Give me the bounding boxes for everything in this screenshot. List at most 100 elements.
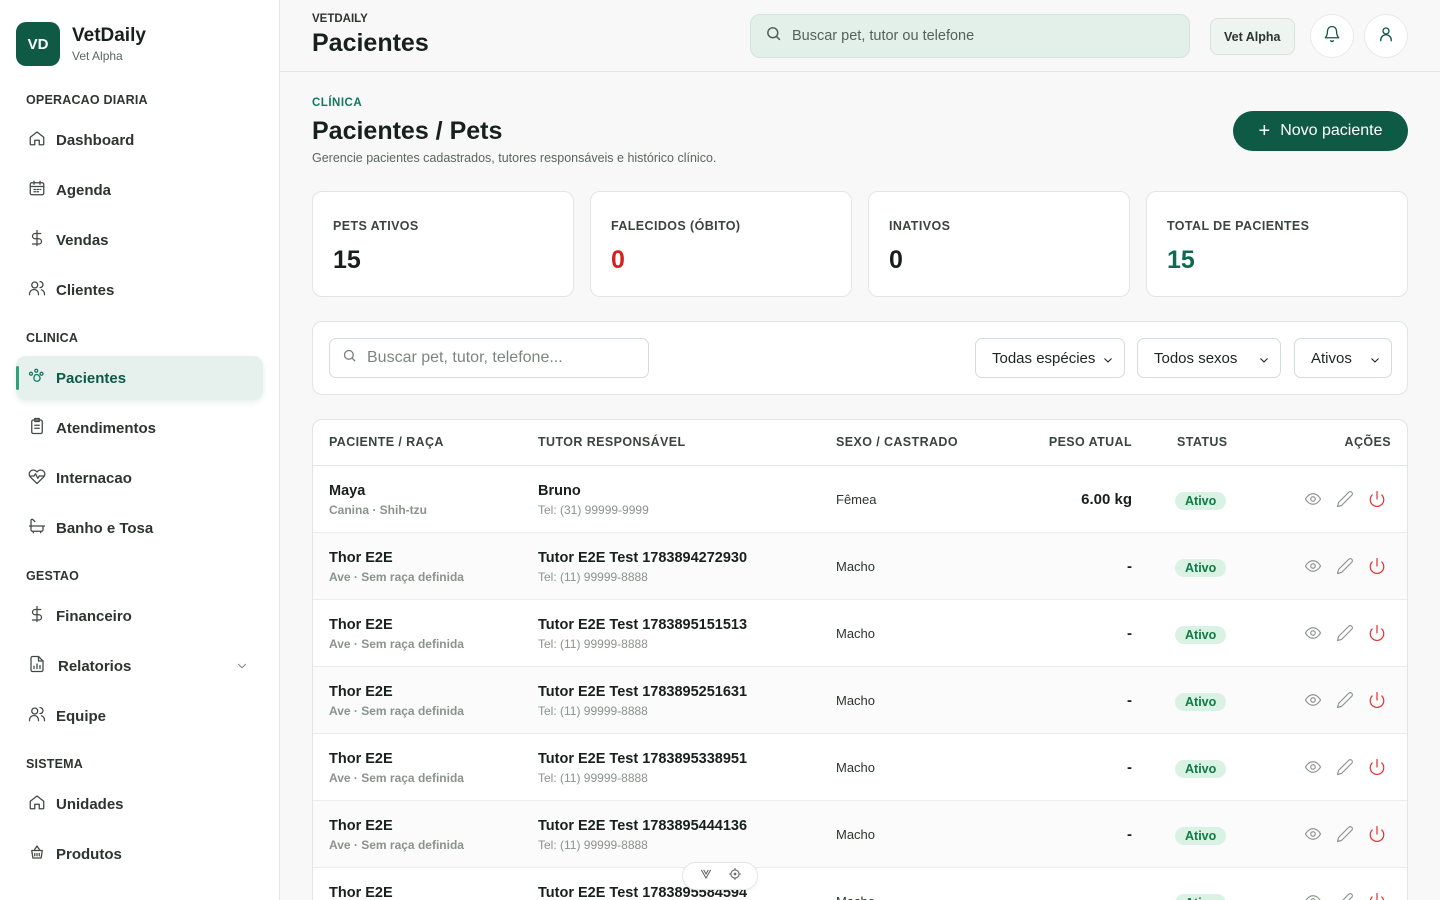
chevron-down-icon xyxy=(1258,353,1270,365)
column-header[interactable]: PESO ATUAL xyxy=(1049,435,1132,449)
sidebar: VD VetDaily Vet Alpha OPERACAO DIARIA Da… xyxy=(0,0,280,900)
tutor-name[interactable]: Tutor E2E Test 1783895251631 xyxy=(538,684,747,700)
sex-select[interactable]: Todos sexos xyxy=(1137,338,1281,378)
dollar-icon xyxy=(28,605,46,627)
patient-name[interactable]: Thor E2E xyxy=(329,550,393,566)
sidebar-item-agenda[interactable]: Agenda xyxy=(16,168,263,212)
eye-icon[interactable] xyxy=(1304,490,1322,508)
table-row[interactable]: Thor E2EAve · Sem raça definidaTutor E2E… xyxy=(313,600,1407,667)
sidebar-item-relatorios[interactable]: Relatorios xyxy=(16,644,263,688)
sidebar-item-banho-e-tosa[interactable]: Banho e Tosa xyxy=(16,506,263,550)
eye-icon[interactable] xyxy=(1304,892,1322,900)
table-row[interactable]: Thor E2EAve · Sem raça definidaTutor E2E… xyxy=(313,734,1407,801)
eye-icon[interactable] xyxy=(1304,691,1322,709)
edit-icon[interactable] xyxy=(1336,691,1354,709)
table-row[interactable]: Thor E2EAve · Sem raça definidaTutor E2E… xyxy=(313,868,1407,900)
patient-sex: Fêmea xyxy=(836,492,877,507)
sidebar-item-vendas[interactable]: Vendas xyxy=(16,218,263,262)
eye-icon[interactable] xyxy=(1304,758,1322,776)
sidebar-item-clientes[interactable]: Clientes xyxy=(16,268,263,312)
patient-name[interactable]: Maya xyxy=(329,483,365,499)
profile-button[interactable] xyxy=(1364,14,1408,58)
sidebar-item-unidades[interactable]: Unidades xyxy=(16,782,263,826)
power-icon[interactable] xyxy=(1368,557,1386,575)
brand[interactable]: VD VetDaily Vet Alpha xyxy=(16,22,146,66)
tutor-phone: Tel: (11) 99999-8888 xyxy=(538,838,648,852)
column-header[interactable]: PACIENTE / RAÇA xyxy=(329,435,444,449)
unit-badge[interactable]: Vet Alpha xyxy=(1210,18,1295,55)
chevron-down-icon[interactable] xyxy=(235,659,249,673)
column-header[interactable]: STATUS xyxy=(1177,435,1228,449)
tutor-phone: Tel: (11) 99999-8888 xyxy=(538,771,648,785)
power-icon[interactable] xyxy=(1368,758,1386,776)
patient-weight: - xyxy=(1127,558,1132,575)
table-row[interactable]: Thor E2EAve · Sem raça definidaTutor E2E… xyxy=(313,533,1407,600)
column-header[interactable]: SEXO / CASTRADO xyxy=(836,435,958,449)
eye-icon[interactable] xyxy=(1304,825,1322,843)
edit-icon[interactable] xyxy=(1336,758,1354,776)
edit-icon[interactable] xyxy=(1336,624,1354,642)
patient-weight: - xyxy=(1127,692,1132,709)
sidebar-item-pacientes[interactable]: Pacientes xyxy=(16,356,263,400)
stat-card-active: PETS ATIVOS 15 xyxy=(312,191,574,297)
status-select-value: Ativos xyxy=(1311,349,1352,367)
patient-search-input[interactable] xyxy=(367,349,647,367)
table-row[interactable]: Maya Canina · Shih-tzu Bruno Tel: (31) 9999… xyxy=(313,466,1407,533)
patient-name[interactable]: Thor E2E xyxy=(329,684,393,700)
power-icon[interactable] xyxy=(1368,825,1386,843)
stat-label: FALECIDOS (ÓBITO) xyxy=(611,219,741,233)
global-search[interactable] xyxy=(750,14,1190,58)
tutor-name[interactable]: Tutor E2E Test 1783895444136 xyxy=(538,818,747,834)
table-header: PACIENTE / RAÇA TUTOR RESPONSÁVEL SEXO /… xyxy=(313,420,1407,466)
species-select[interactable]: Todas espécies xyxy=(975,338,1125,378)
nav-section-clinica: CLINICA xyxy=(26,331,79,345)
patient-name[interactable]: Thor E2E xyxy=(329,751,393,767)
vercel-toolbar-icon[interactable] xyxy=(699,867,713,886)
power-icon[interactable] xyxy=(1368,624,1386,642)
sidebar-item-atendimentos[interactable]: Atendimentos xyxy=(16,406,263,450)
patient-name[interactable]: Thor E2E xyxy=(329,818,393,834)
sidebar-item-internacao[interactable]: Internacao xyxy=(16,456,263,500)
crosshair-icon[interactable] xyxy=(728,867,742,886)
basket-icon xyxy=(28,843,46,865)
new-patient-button[interactable]: + Novo paciente xyxy=(1233,111,1408,151)
status-badge: Ativo xyxy=(1175,894,1227,900)
sidebar-item-produtos[interactable]: Produtos xyxy=(16,832,263,876)
tutor-name[interactable]: Tutor E2E Test 1783894272930 xyxy=(538,550,747,566)
status-badge: Ativo xyxy=(1175,693,1227,711)
patient-search[interactable] xyxy=(329,338,649,378)
eye-icon[interactable] xyxy=(1304,624,1322,642)
tutor-name[interactable]: Tutor E2E Test 1783895151513 xyxy=(538,617,747,633)
table-row[interactable]: Thor E2EAve · Sem raça definidaTutor E2E… xyxy=(313,801,1407,868)
power-icon[interactable] xyxy=(1368,892,1386,900)
edit-icon[interactable] xyxy=(1336,825,1354,843)
column-header: AÇÕES xyxy=(1344,435,1391,449)
patient-name[interactable]: Thor E2E xyxy=(329,885,393,900)
search-icon xyxy=(765,25,782,47)
edit-icon[interactable] xyxy=(1336,557,1354,575)
global-search-input[interactable] xyxy=(792,28,1172,44)
calendar-icon xyxy=(28,179,46,201)
patient-name[interactable]: Thor E2E xyxy=(329,617,393,633)
power-icon[interactable] xyxy=(1368,691,1386,709)
plus-icon: + xyxy=(1258,120,1271,142)
status-select[interactable]: Ativos xyxy=(1294,338,1392,378)
paw-icon xyxy=(28,367,46,389)
sidebar-item-label: Atendimentos xyxy=(56,419,157,437)
edit-icon[interactable] xyxy=(1336,892,1354,900)
home-icon xyxy=(28,793,46,815)
eye-icon[interactable] xyxy=(1304,557,1322,575)
edit-icon[interactable] xyxy=(1336,490,1354,508)
power-icon[interactable] xyxy=(1368,490,1386,508)
sidebar-item-equipe[interactable]: Equipe xyxy=(16,694,263,738)
bath-icon xyxy=(28,517,46,539)
column-header[interactable]: TUTOR RESPONSÁVEL xyxy=(538,435,686,449)
bell-icon xyxy=(1323,25,1341,48)
tutor-name[interactable]: Tutor E2E Test 1783895338951 xyxy=(538,751,747,767)
tutor-name[interactable]: Bruno xyxy=(538,483,581,499)
notifications-button[interactable] xyxy=(1310,14,1354,58)
table-row[interactable]: Thor E2EAve · Sem raça definidaTutor E2E… xyxy=(313,667,1407,734)
brand-name: VetDaily xyxy=(72,25,146,46)
sidebar-item-dashboard[interactable]: Dashboard xyxy=(16,118,263,162)
sidebar-item-financeiro[interactable]: Financeiro xyxy=(16,594,263,638)
